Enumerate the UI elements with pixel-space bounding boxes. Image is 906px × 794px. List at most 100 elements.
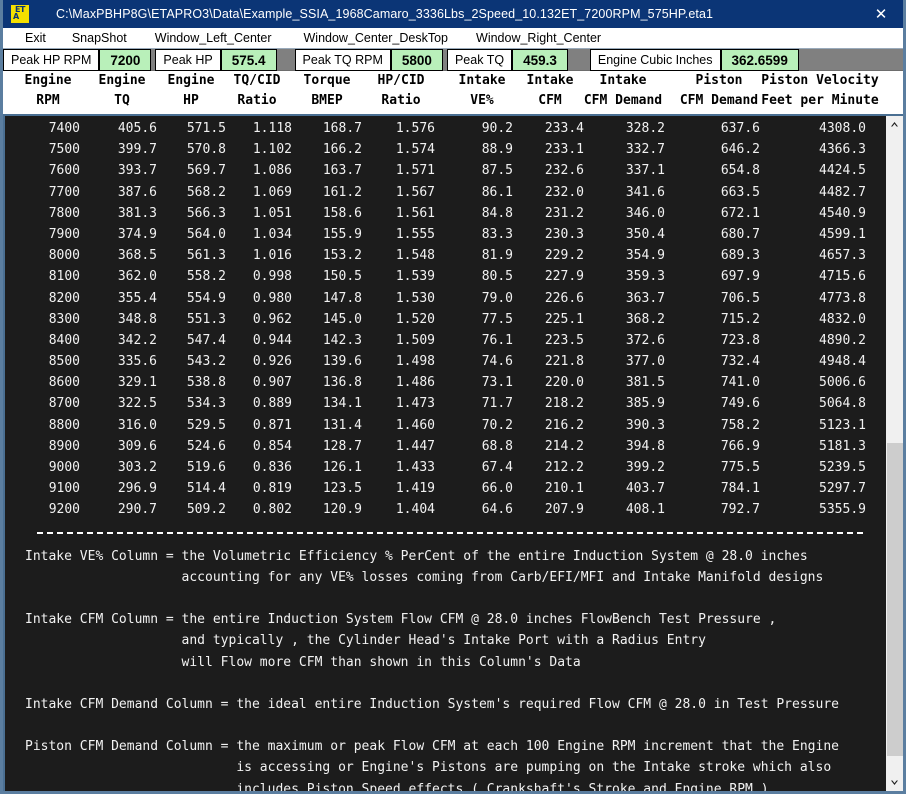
table-cell: 134.1 bbox=[322, 396, 362, 412]
table-cell: 1.571 bbox=[395, 163, 435, 179]
table-cell: 66.0 bbox=[481, 481, 513, 497]
table-cell: 538.8 bbox=[186, 375, 226, 391]
application-window: ET A C:\MaxPBHP8G\ETAPRO3\Data\Example_S… bbox=[0, 0, 906, 794]
table-cell: 571.5 bbox=[186, 121, 226, 136]
table-cell: 399.2 bbox=[625, 460, 665, 475]
scrollbar-thumb[interactable] bbox=[887, 443, 903, 756]
table-cell: 0.980 bbox=[252, 290, 292, 306]
table-cell: 570.8 bbox=[186, 142, 226, 158]
stat-peak-hp-rpm-label: Peak HP RPM bbox=[3, 49, 100, 71]
close-icon[interactable]: ✕ bbox=[869, 0, 893, 28]
column-header-3-line1: TQ/CID bbox=[233, 73, 281, 88]
table-row: 8600 329.1 538.8 0.907 136.8 1.486 73.1 220.0 38… bbox=[5, 373, 885, 394]
table-cell: 145.0 bbox=[322, 311, 362, 327]
table-row: 8500 335.6 543.2 0.926 139.6 1.498 74.6 221.8 37… bbox=[5, 352, 885, 373]
table-row: 7800 381.3 566.3 1.051 158.6 1.561 84.8 231.2 34… bbox=[5, 204, 885, 225]
column-header-9-line1: Piston bbox=[695, 73, 743, 88]
dashed-rule bbox=[37, 531, 863, 534]
table-cell: 136.8 bbox=[322, 375, 362, 391]
table-cell: 1.567 bbox=[395, 184, 435, 200]
table-cell: 775.5 bbox=[720, 460, 760, 475]
column-header-2-line1: Engine bbox=[167, 73, 215, 88]
column-header-10-line2: Feet per Minute bbox=[761, 93, 879, 108]
stat-engine-cubic-inches-label: Engine Cubic Inches bbox=[589, 49, 721, 71]
table-cell: 534.3 bbox=[186, 396, 226, 412]
scrollbar-track[interactable] bbox=[886, 133, 903, 774]
table-cell: 231.2 bbox=[544, 205, 584, 221]
table-cell: 5355.9 bbox=[819, 502, 866, 518]
table-cell: 1.118 bbox=[252, 121, 292, 136]
table-cell: 80.5 bbox=[481, 269, 513, 285]
table-cell: 0.926 bbox=[252, 354, 292, 370]
menu-item-snapshot[interactable]: SnapShot bbox=[72, 31, 127, 45]
table-row: 8800 316.0 529.5 0.871 131.4 1.460 70.2 216.2 39… bbox=[5, 416, 885, 437]
scroll-up-icon[interactable] bbox=[886, 116, 903, 133]
section-divider bbox=[5, 522, 885, 546]
text-pane: 7400 405.6 571.5 1.118 168.7 1.576 90.2 233.4 32… bbox=[5, 116, 885, 791]
table-cell: 399.7 bbox=[117, 142, 157, 158]
table-cell: 8700 bbox=[48, 396, 80, 412]
table-cell: 551.3 bbox=[186, 311, 226, 327]
menu-item-window-center-desktop[interactable]: Window_Center_DeskTop bbox=[304, 31, 449, 45]
stats-toolbar: Peak HP RPM 7200 Peak HP 575.4 Peak TQ R… bbox=[3, 49, 903, 71]
table-cell: 766.9 bbox=[720, 438, 760, 454]
table-cell: 359.3 bbox=[625, 269, 665, 285]
table-cell: 8500 bbox=[48, 354, 80, 370]
table-cell: 1.447 bbox=[395, 438, 435, 454]
table-cell: 4366.3 bbox=[819, 142, 866, 158]
table-row: 8300 348.8 551.3 0.962 145.0 1.520 77.5 225.1 36… bbox=[5, 310, 885, 331]
table-cell: 9000 bbox=[48, 460, 80, 475]
table-row: 8200 355.4 554.9 0.980 147.8 1.530 79.0 226.6 36… bbox=[5, 289, 885, 310]
table-row: 7700 387.6 568.2 1.069 161.2 1.567 86.1 232.0 34… bbox=[5, 183, 885, 204]
note-line: includes Piston Speed effects ( Cranksha… bbox=[25, 781, 769, 791]
table-cell: 207.9 bbox=[544, 502, 584, 518]
table-cell: 87.5 bbox=[481, 163, 513, 179]
table-cell: 350.4 bbox=[625, 226, 665, 242]
table-cell: 654.8 bbox=[720, 163, 760, 179]
table-cell: 5006.6 bbox=[819, 375, 866, 391]
table-cell: 377.0 bbox=[625, 354, 665, 370]
table-cell: 1.530 bbox=[395, 290, 435, 306]
stat-peak-tq-value: 459.3 bbox=[512, 49, 568, 71]
column-header-2-line2: HP bbox=[183, 93, 199, 108]
table-cell: 566.3 bbox=[186, 205, 226, 221]
table-cell: 322.5 bbox=[117, 396, 157, 412]
eta-app-icon: ET A bbox=[10, 4, 30, 24]
table-cell: 337.1 bbox=[625, 163, 665, 179]
table-cell: 561.3 bbox=[186, 248, 226, 264]
table-cell: 9200 bbox=[48, 502, 80, 518]
table-cell: 329.1 bbox=[117, 375, 157, 391]
column-header-1-line2: TQ bbox=[114, 93, 130, 108]
table-column-headers: Engine Engine Engine TQ/CID Torque HP/CID Inta… bbox=[3, 71, 903, 116]
stat-engine-cubic-inches: Engine Cubic Inches 362.6599 bbox=[589, 49, 799, 71]
table-row: 8400 342.2 547.4 0.944 142.3 1.509 76.1 223.5 37… bbox=[5, 331, 885, 352]
table-cell: 86.1 bbox=[481, 184, 513, 200]
table-cell: 233.4 bbox=[544, 121, 584, 136]
menu-item-window-right-center[interactable]: Window_Right_Center bbox=[476, 31, 601, 45]
table-cell: 71.7 bbox=[481, 396, 513, 412]
table-cell: 8300 bbox=[48, 311, 80, 327]
column-header-6-line2: VE% bbox=[470, 93, 494, 108]
table-cell: 385.9 bbox=[625, 396, 665, 412]
stat-peak-tq-rpm: Peak TQ RPM 5800 bbox=[294, 49, 443, 71]
column-header-3-line2: Ratio bbox=[237, 93, 277, 108]
table-cell: 405.6 bbox=[117, 121, 157, 136]
table-cell: 4715.6 bbox=[819, 269, 866, 285]
note-line: accounting for any VE% losses coming fro… bbox=[25, 569, 824, 585]
table-cell: 5123.1 bbox=[819, 417, 866, 433]
scroll-down-icon[interactable] bbox=[886, 774, 903, 791]
table-cell: 7800 bbox=[48, 205, 80, 221]
table-cell: 529.5 bbox=[186, 417, 226, 433]
table-cell: 163.7 bbox=[322, 163, 362, 179]
table-cell: 73.1 bbox=[481, 375, 513, 391]
vertical-scrollbar[interactable] bbox=[885, 116, 903, 791]
table-cell: 230.3 bbox=[544, 226, 584, 242]
stat-peak-tq-rpm-label: Peak TQ RPM bbox=[294, 49, 391, 71]
menu-item-window-left-center[interactable]: Window_Left_Center bbox=[155, 31, 272, 45]
header-row-line2: RPM TQ HP Ratio BMEP Ratio VE% CFM CFM Demand CFM… bbox=[3, 93, 903, 115]
table-row: 7400 405.6 571.5 1.118 168.7 1.576 90.2 233.4 32… bbox=[5, 119, 885, 140]
menu-item-exit[interactable]: Exit bbox=[25, 31, 46, 45]
table-cell: 214.2 bbox=[544, 438, 584, 454]
table-row: 8900 309.6 524.6 0.854 128.7 1.447 68.8 214.2 39… bbox=[5, 437, 885, 458]
